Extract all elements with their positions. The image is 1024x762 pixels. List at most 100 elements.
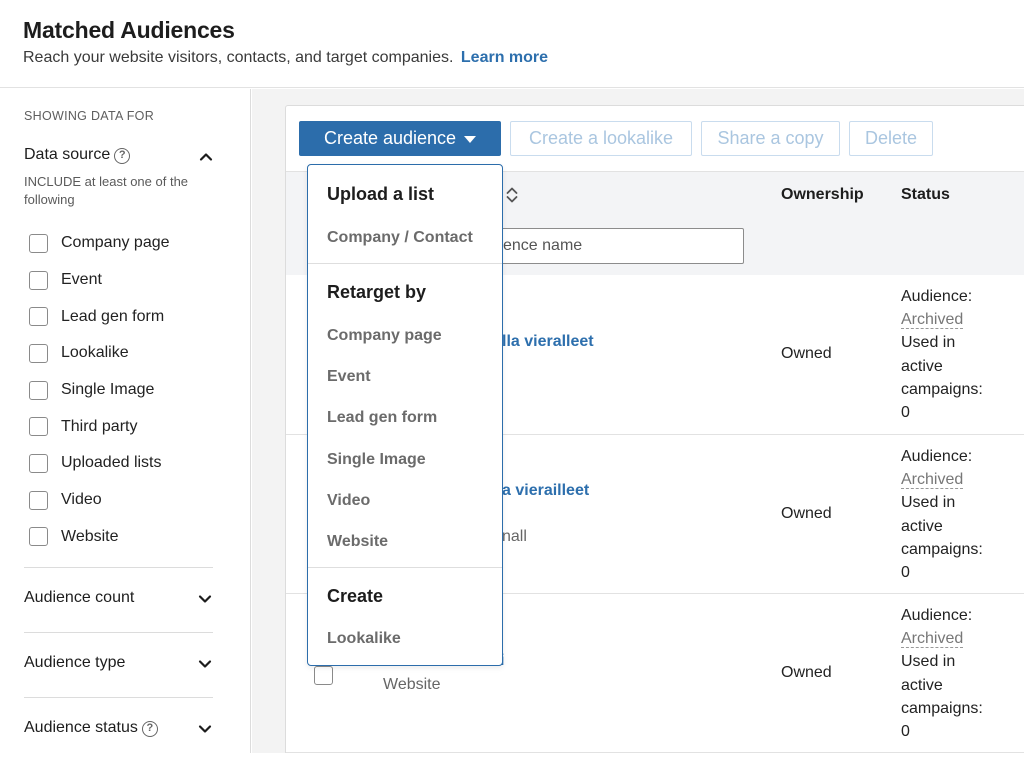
checkbox[interactable] [29,233,48,253]
status-label: Audience: [901,288,973,305]
option-label: Uploaded lists [61,454,162,472]
campaigns-count: 0 [901,723,910,741]
ownership-cell: Owned [781,505,832,522]
filter-option-video[interactable]: Video [29,482,170,519]
filter-audience-count[interactable]: Audience count [24,567,213,632]
menu-heading-upload-list: Upload a list [327,184,435,204]
campaigns-label: active [901,357,943,375]
option-label: Event [61,271,102,289]
showing-data-for-label: SHOWING DATA FOR [24,109,155,123]
filter-title: Audience count [24,589,135,606]
column-header-status[interactable]: Status [901,186,950,204]
menu-heading-retarget-by: Retarget by [327,282,427,302]
menu-heading-create: Create [327,586,384,606]
menu-item-company-contact[interactable]: Company / Contact [327,229,473,247]
option-label: Company page [61,234,170,252]
chevron-up-icon[interactable] [198,149,214,165]
audience-name-link[interactable]: a vierailleet [502,482,589,500]
menu-item-video[interactable]: Video [327,492,370,510]
help-icon[interactable]: ? [141,721,158,737]
status-label: Audience: [901,448,973,465]
campaigns-label: Used in [901,653,956,671]
status-cell: Audience: Archived Used in active campai… [901,285,1011,424]
filter-option-uploaded-lists[interactable]: Uploaded lists [29,445,170,482]
data-source-header[interactable]: Data source? [24,146,214,170]
filter-option-company-page[interactable]: Company page [29,225,170,262]
checkbox[interactable] [29,343,48,363]
checkbox[interactable] [29,307,48,327]
create-audience-label: Create audience [323,128,457,148]
menu-item-single-image[interactable]: Single Image [327,451,426,469]
checkbox[interactable] [29,453,48,473]
caret-down-icon [464,136,477,143]
campaigns-label: active [901,517,943,535]
status-archived[interactable]: Archived [901,471,964,490]
filter-title-text: Audience status [24,719,138,736]
checkbox[interactable] [29,527,48,547]
filter-option-lead-gen-form[interactable]: Lead gen form [29,298,170,335]
filter-option-event[interactable]: Event [29,262,170,299]
status-archived[interactable]: Archived [901,311,964,330]
campaigns-label: Used in [901,494,956,512]
menu-item-event[interactable]: Event [327,368,371,386]
campaigns-count: 0 [901,404,910,422]
share-copy-button[interactable]: Share a copy [701,121,840,156]
data-source-title: Data source [24,146,111,163]
campaigns-label: campaigns: [901,540,983,558]
checkbox[interactable] [29,270,48,290]
status-cell: Audience: Archived Used in active campai… [901,445,1011,584]
data-source-hint: INCLUDE at least one of the following [24,174,189,207]
sort-icon[interactable] [505,185,519,205]
menu-item-lookalike[interactable]: Lookalike [327,630,401,648]
status-cell: Audience: Archived Used in active campai… [901,604,1011,743]
option-label: Lead gen form [61,307,165,325]
page-subtitle: Reach your website visitors, contacts, a… [23,49,548,67]
create-audience-menu: Upload a list Company / Contact Retarget… [307,164,503,666]
option-label: Video [61,491,102,509]
menu-divider [308,263,502,264]
filter-option-lookalike[interactable]: Lookalike [29,335,170,372]
menu-item-company-page[interactable]: Company page [327,327,442,345]
filter-audience-status[interactable]: Audience status? [24,697,213,762]
chevron-down-icon[interactable] [197,591,213,607]
row-checkbox[interactable] [314,666,333,685]
status-archived[interactable]: Archived [901,630,964,649]
filter-title: Audience status? [24,719,158,737]
menu-item-website[interactable]: Website [327,533,388,551]
menu-item-lead-gen-form[interactable]: Lead gen form [327,409,437,427]
filter-sidebar: SHOWING DATA FOR Data source? INCLUDE at… [0,89,251,753]
learn-more-link[interactable]: Learn more [461,49,548,66]
filter-option-single-image[interactable]: Single Image [29,372,170,409]
audience-name-link[interactable]: lla vieralleet [502,333,594,351]
option-label: Website [61,527,119,545]
campaigns-label: active [901,676,943,694]
option-label: Third party [61,417,138,435]
data-source-options: Company page Event Lead gen form Lookali… [29,225,170,555]
audience-name-filter-input[interactable] [490,228,744,264]
campaigns-label: campaigns: [901,699,983,717]
filter-title: Audience type [24,654,126,671]
delete-button[interactable]: Delete [849,121,933,156]
status-label: Audience: [901,607,973,624]
menu-divider [308,567,502,568]
create-lookalike-button[interactable]: Create a lookalike [510,121,692,156]
page-header: Matched Audiences Reach your website vis… [0,0,1024,88]
filter-option-third-party[interactable]: Third party [29,408,170,445]
ownership-cell: Owned [781,664,832,681]
checkbox[interactable] [29,417,48,437]
campaigns-label: campaigns: [901,380,983,398]
page-title: Matched Audiences [23,17,235,43]
checkbox[interactable] [29,490,48,510]
campaigns-label: Used in [901,334,956,352]
create-audience-button[interactable]: Create audience [299,121,501,156]
filter-option-website[interactable]: Website [29,519,170,556]
help-icon[interactable]: ? [114,148,131,164]
column-header-ownership[interactable]: Ownership [781,186,864,204]
checkbox[interactable] [29,380,48,400]
audience-source: Website [383,676,441,693]
chevron-down-icon[interactable] [197,721,213,737]
chevron-down-icon[interactable] [197,656,213,672]
filter-audience-type[interactable]: Audience type [24,632,213,697]
subtitle-text: Reach your website visitors, contacts, a… [23,49,454,66]
option-label: Lookalike [61,344,129,362]
